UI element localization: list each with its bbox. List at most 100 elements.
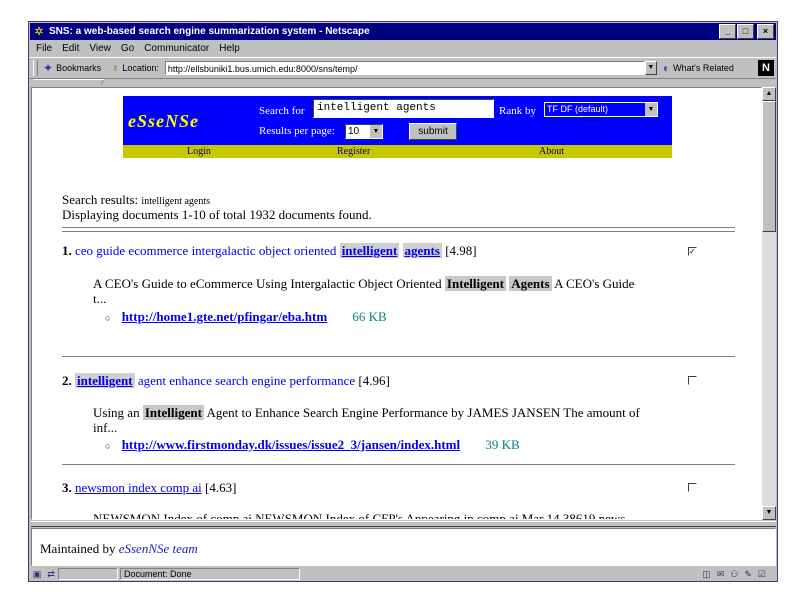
url-input[interactable]: http://ellsbuniki1.bus.umich.edu:8000/sn… (164, 61, 645, 75)
window-title: SNS: a web-based search engine summariza… (49, 26, 370, 37)
menu-edit[interactable]: Edit (62, 43, 79, 54)
page-content: eSseNSe Search for intelligent agents Ra… (31, 87, 762, 520)
rank-by-select[interactable]: TF DF (default) ▼ (544, 102, 658, 117)
progress-area (58, 568, 118, 580)
search-banner: eSseNSe Search for intelligent agents Ra… (123, 96, 672, 145)
scroll-thumb[interactable] (762, 101, 776, 232)
result-number: 2. (62, 373, 72, 388)
result-title-highlight: agents (402, 243, 442, 258)
result-title-text: agent enhance search engine performance (137, 373, 356, 388)
frame-separator[interactable] (31, 521, 776, 527)
result-title-highlight: intelligent (75, 373, 135, 388)
netscape-logo[interactable]: N (758, 60, 774, 76)
result-title-link[interactable]: newsmon index comp ai (75, 480, 202, 495)
whats-related-label: What's Related (673, 63, 734, 73)
search-for-label: Search for (259, 105, 305, 117)
result-number: 1. (62, 243, 72, 258)
result-size: 39 KB (485, 437, 520, 452)
result-url-link[interactable]: http://www.firstmonday.dk/issues/issue2_… (122, 437, 460, 452)
result-title-row: 3. newsmon index comp ai [4.63] (62, 480, 236, 496)
connection-icon: ⇄ (47, 568, 55, 579)
result-title-row: 1. ceo guide ecommerce intergalactic obj… (62, 243, 477, 259)
location-label-group: ♁ Location: (111, 62, 159, 74)
snippet-text: NEWSMON Index of comp ai NEWSMON Index o… (93, 511, 626, 520)
bullet-icon: ○ (105, 441, 111, 451)
vertical-scrollbar[interactable]: ▲ ▼ (762, 87, 776, 520)
result-url-row: ○ http://home1.gte.net/pfingar/eba.htm 6… (105, 309, 387, 325)
snippet-highlight: Agents (509, 276, 552, 291)
rank-by-value: TF DF (default) (547, 104, 609, 114)
menu-file[interactable]: File (36, 43, 52, 54)
team-link[interactable]: eSsenNSe team (119, 541, 198, 556)
menu-help[interactable]: Help (219, 43, 240, 54)
address-book-icon[interactable]: ☑ (758, 569, 766, 580)
location-label: Location: (122, 63, 159, 73)
composer-icon[interactable]: ✎ (744, 569, 752, 580)
netscape-icon: ✲ (34, 25, 44, 38)
url-dropdown-button[interactable]: ▼ (644, 61, 657, 75)
divider (62, 464, 735, 466)
snippet-text: A CEO's Guide to eCommerce Using Interga… (93, 276, 442, 291)
menu-view[interactable]: View (89, 43, 111, 54)
search-input[interactable]: intelligent agents (313, 99, 494, 118)
search-query-echo: intelligent agents (141, 196, 211, 207)
result-snippet: Using an Intelligent Agent to Enhance Se… (93, 405, 648, 435)
menu-go[interactable]: Go (121, 43, 134, 54)
close-button[interactable]: × (757, 24, 774, 39)
browser-window: ✲ SNS: a web-based search engine summari… (28, 21, 778, 582)
search-results-heading: Search results: intelligent agents (62, 192, 210, 208)
result-score: [4.98] (445, 243, 477, 258)
result-title-link[interactable]: ceo guide ecommerce intergalactic object… (75, 243, 442, 258)
result-snippet: NEWSMON Index of comp ai NEWSMON Index o… (93, 511, 648, 520)
submit-button[interactable]: submit (409, 123, 457, 140)
status-text: Document: Done (120, 568, 300, 580)
results-per-page-label: Results per page: (259, 125, 335, 137)
result-checkbox[interactable] (688, 376, 697, 385)
discussion-icon[interactable]: ⚇ (730, 569, 738, 580)
snippet-text: Using an (93, 405, 140, 420)
toolbar-tab[interactable] (30, 79, 105, 85)
result-checkbox[interactable] (688, 483, 697, 492)
result-number: 3. (62, 480, 72, 495)
nav-login[interactable]: Login (187, 145, 211, 158)
toolbar-grip[interactable] (33, 60, 38, 76)
snippet-highlight: Intelligent (444, 276, 506, 291)
scroll-down-button[interactable]: ▼ (762, 506, 776, 520)
result-url-link[interactable]: http://home1.gte.net/pfingar/eba.htm (122, 309, 327, 324)
result-size: 66 KB (352, 309, 387, 324)
nav-about[interactable]: About (539, 145, 564, 158)
maintained-by: Maintained by eSsenNSe team (40, 541, 198, 557)
bookmarks-label: Bookmarks (56, 63, 102, 73)
maintained-by-label: Maintained by (40, 541, 116, 556)
bookmarks-button[interactable]: ✦ Bookmarks (41, 61, 107, 75)
security-icon[interactable]: ▣ (30, 569, 44, 580)
scroll-up-button[interactable]: ▲ (762, 87, 776, 101)
footer-frame: Maintained by eSsenNSe team (31, 528, 776, 566)
whats-related-button[interactable]: ◐ What's Related (663, 61, 734, 75)
results-summary: Displaying documents 1-10 of total 1932 … (62, 207, 372, 222)
results-per-page-select[interactable]: 10 ▼ (345, 124, 383, 139)
nav-register[interactable]: Register (337, 145, 370, 158)
divider (62, 231, 735, 233)
essense-logo: eSseNSe (128, 111, 199, 131)
menu-communicator[interactable]: Communicator (144, 43, 209, 54)
minimize-button[interactable]: _ (719, 24, 736, 39)
title-bar: ✲ SNS: a web-based search engine summari… (30, 23, 776, 40)
chevron-down-icon: ▼ (370, 125, 382, 138)
navigator-icon[interactable]: ◫ (702, 569, 711, 580)
result-title-highlight: intelligent (339, 243, 400, 258)
result-score: [4.96] (358, 373, 390, 388)
result-title-text: ceo guide ecommerce intergalactic object… (75, 243, 337, 258)
result-title-row: 2. intelligent agent enhance search engi… (62, 373, 390, 389)
search-results-label: Search results: (62, 192, 139, 207)
toolbar-tab-strip (30, 78, 776, 86)
result-checkbox[interactable]: ✓ (688, 247, 697, 256)
component-bar: ◫ ✉ ⚇ ✎ ☑ (702, 569, 766, 580)
result-title-link[interactable]: intelligent agent enhance search engine … (75, 373, 355, 388)
location-toolbar: ✦ Bookmarks ♁ Location: http://ellsbunik… (30, 57, 776, 79)
mail-icon[interactable]: ✉ (717, 569, 725, 580)
bookmarks-icon: ✦ (43, 61, 54, 75)
chevron-down-icon: ▼ (645, 103, 657, 116)
status-bar: ▣ ⇄ Document: Done ◫ ✉ ⚇ ✎ ☑ (30, 567, 776, 581)
maximize-button[interactable]: □ (737, 24, 754, 39)
